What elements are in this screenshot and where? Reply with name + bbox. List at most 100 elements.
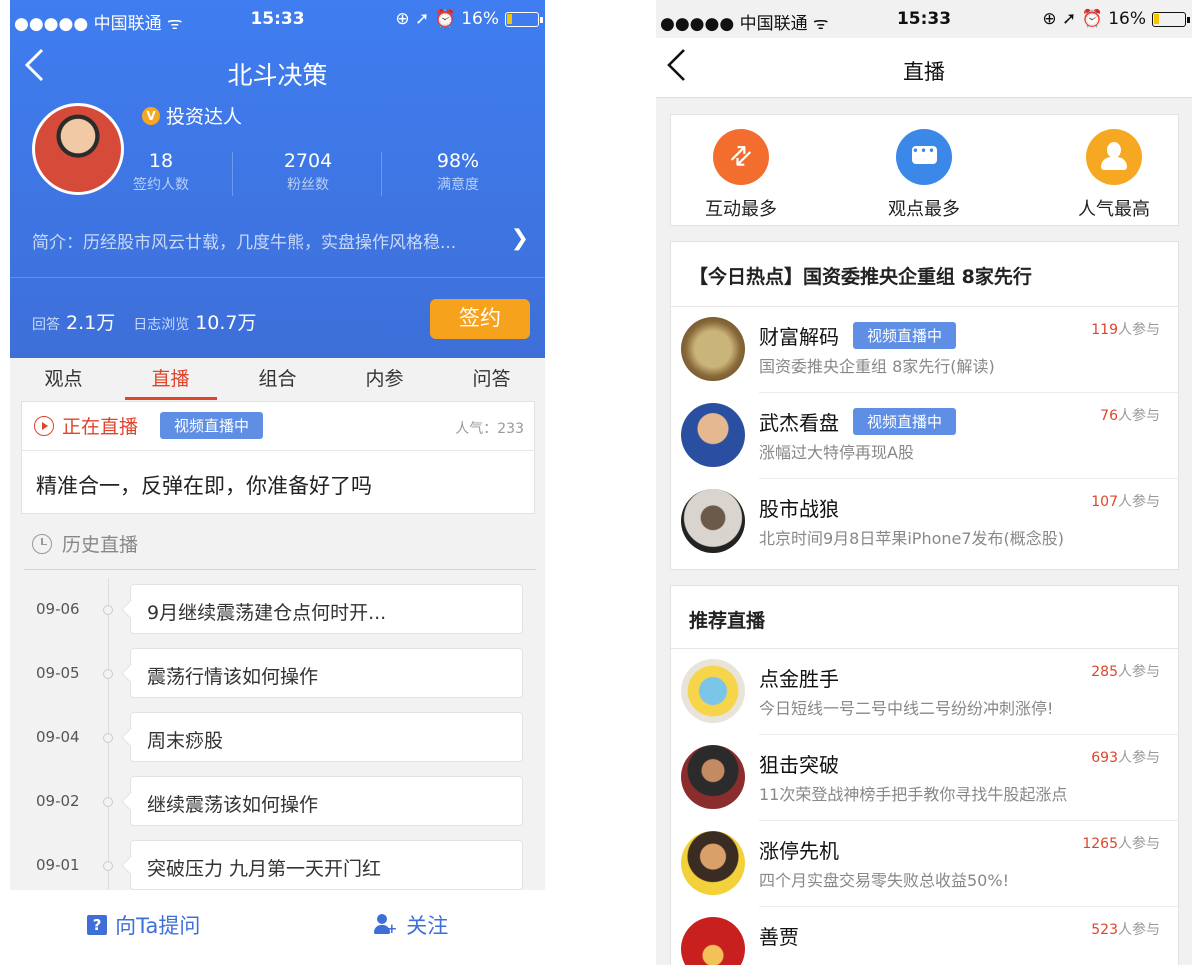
item-description: 11次荣登战神榜手把手教你寻找牛股起涨点 — [759, 785, 1068, 804]
chat-bubble-icon — [896, 129, 952, 185]
status-bar: ●●●●● 中国联通 ᯤ 15:33 ⊕ ➚ ⏰ 16% — [10, 0, 545, 38]
category-most-viewpoints[interactable]: 观点最多 — [869, 129, 979, 221]
clock-icon — [32, 533, 52, 554]
hot-topic-title[interactable]: 【今日热点】国资委推央企重组 8家先行 — [689, 262, 1032, 289]
item-name-row: 狙击突破 — [759, 749, 839, 778]
history-label: 历史直播 — [62, 534, 139, 556]
timeline-dot — [103, 669, 113, 679]
tab-live[interactable]: 直播 — [117, 358, 224, 400]
item-description: 四个月实盘交易零失败总收益50%! — [759, 871, 1009, 890]
list-item[interactable]: 武杰看盘 视频直播中 涨幅过大特停再现A股 76人参与 — [671, 393, 1178, 479]
live-list-screen: ●●●●● 中国联通 ᯤ 15:33 ⊕ ➚ ⏰ 16% 直播 互动最多 观点最… — [656, 0, 1192, 965]
timeline-dot — [103, 861, 113, 871]
history-item[interactable]: 09-05 震荡行情该如何操作 — [10, 648, 545, 700]
history-date: 09-05 — [36, 664, 80, 682]
stat-signed: 18 签约人数 — [106, 150, 216, 194]
count-number: 285 — [1091, 664, 1118, 680]
history-card[interactable]: 震荡行情该如何操作 — [130, 648, 523, 698]
video-live-badge: 视频直播中 — [160, 412, 264, 439]
history-card[interactable]: 9月继续震荡建仓点何时开... — [130, 584, 523, 634]
tab-portfolio[interactable]: 组合 — [224, 358, 331, 400]
live-label: 正在直播 — [62, 416, 139, 438]
follow-button[interactable]: + 关注 — [278, 890, 546, 960]
page-title: 北斗决策 — [227, 61, 328, 90]
count-suffix: 人参与 — [1118, 836, 1160, 852]
history-item[interactable]: 09-04 周末痧股 — [10, 712, 545, 764]
category-most-interactive[interactable]: 互动最多 — [686, 129, 796, 221]
status-icons: ⊕ ➚ ⏰ 16% — [395, 9, 499, 29]
participant-count: 76人参与 — [1100, 405, 1160, 425]
live-now-card[interactable]: 正在直播 视频直播中 人气：233 精准合一，反弹在即，你准备好了吗 — [21, 401, 535, 514]
status-time: 15:33 — [250, 9, 305, 29]
profile-header: ●●●●● 中国联通 ᯤ 15:33 ⊕ ➚ ⏰ 16% 北斗决策 V 投资达人… — [10, 0, 545, 358]
history-date: 09-04 — [36, 728, 80, 746]
status-indicators: ⊕ ➚ ⏰ 16% — [1042, 9, 1190, 29]
page-title: 直播 — [903, 60, 945, 84]
avatar — [681, 403, 745, 467]
participant-count: 693人参与 — [1091, 747, 1160, 767]
avatar — [681, 917, 745, 965]
history-item[interactable]: 09-02 继续震荡该如何操作 — [10, 776, 545, 828]
history-item[interactable]: 09-01 突破压力 九月第一天开门红 — [10, 840, 545, 892]
history-title: 突破压力 九月第一天开门红 — [147, 858, 382, 880]
history-card[interactable]: 周末痧股 — [130, 712, 523, 762]
history-card[interactable]: 继续震荡该如何操作 — [130, 776, 523, 826]
count-number: 119 — [1091, 322, 1118, 338]
participant-count: 523人参与 — [1091, 919, 1160, 939]
carrier-signal: ●●●●● 中国联通 ᯤ — [660, 14, 829, 34]
list-item[interactable]: 股市战狼 北京时间9月8日苹果iPhone7发布(概念股) 107人参与 — [671, 479, 1178, 565]
chevron-right-icon[interactable]: ❯ — [511, 226, 529, 251]
list-item[interactable]: 财富解码 视频直播中 国资委推央企重组 8家先行(解读) 119人参与 — [671, 307, 1178, 393]
category-most-popular[interactable]: 人气最高 — [1059, 129, 1169, 221]
list-item[interactable]: 点金胜手 今日短线一号二号中线二号纷纷冲刺涨停! 285人参与 — [671, 649, 1178, 735]
hot-topic-section: 【今日热点】国资委推央企重组 8家先行 财富解码 视频直播中 国资委推央企重组 … — [670, 241, 1179, 570]
recommended-section: 推荐直播 点金胜手 今日短线一号二号中线二号纷纷冲刺涨停! 285人参与 狙击突… — [670, 585, 1179, 965]
count-suffix: 人参与 — [1118, 322, 1160, 338]
category-shortcuts: 互动最多 观点最多 人气最高 — [670, 114, 1179, 226]
list-item[interactable]: 狙击突破 11次荣登战神榜手把手教你寻找牛股起涨点 693人参与 — [671, 735, 1178, 821]
host-name: 武杰看盘 — [759, 411, 839, 435]
video-live-badge: 视频直播中 — [853, 408, 957, 435]
item-name-row: 股市战狼 — [759, 493, 839, 522]
battery-icon — [505, 11, 543, 27]
list-item[interactable]: 涨停先机 四个月实盘交易零失败总收益50%! 1265人参与 — [671, 821, 1178, 907]
avatar — [681, 831, 745, 895]
count-suffix: 人参与 — [1118, 922, 1160, 938]
host-name: 涨停先机 — [759, 839, 839, 863]
sign-button[interactable]: 签约 — [430, 299, 530, 339]
nav-bar: 直播 — [656, 38, 1192, 98]
count-suffix: 人参与 — [1118, 750, 1160, 766]
tab-qa[interactable]: 问答 — [438, 358, 545, 400]
views-label: 日志浏览 — [133, 317, 190, 333]
history-header: 历史直播 — [32, 530, 138, 557]
count-number: 693 — [1091, 750, 1118, 766]
divider — [22, 450, 534, 451]
popularity-count: 人气：233 — [455, 421, 524, 437]
item-name-row: 点金胜手 — [759, 663, 839, 692]
avatar — [681, 745, 745, 809]
follow-label: 关注 — [406, 914, 449, 938]
history-date: 09-02 — [36, 792, 80, 810]
list-item[interactable]: 善贾 523人参与 — [671, 907, 1178, 965]
item-name-row: 涨停先机 — [759, 835, 839, 864]
count-number: 1265 — [1082, 836, 1118, 852]
carrier-signal: ●●●●● 中国联通 ᯤ — [14, 14, 183, 34]
history-item[interactable]: 09-06 9月继续震荡建仓点何时开... — [10, 584, 545, 636]
item-description: 国资委推央企重组 8家先行(解读) — [759, 357, 995, 376]
avatar — [681, 489, 745, 553]
participant-count: 285人参与 — [1091, 661, 1160, 681]
stat-label: 粉丝数 — [287, 177, 329, 193]
stat-divider — [381, 152, 382, 196]
item-description: 今日短线一号二号中线二号纷纷冲刺涨停! — [759, 699, 1054, 718]
video-live-badge: 视频直播中 — [853, 322, 957, 349]
tab-insider[interactable]: 内参 — [331, 358, 438, 400]
history-card[interactable]: 突破压力 九月第一天开门红 — [130, 840, 523, 890]
ask-question-button[interactable]: ? 向Ta提问 — [10, 890, 278, 960]
timeline-dot — [103, 605, 113, 615]
divider — [24, 569, 536, 570]
profile-intro[interactable]: 简介：历经股市风云廿载，几度牛熊，实盘操作风格稳... — [32, 228, 502, 253]
item-name-row: 武杰看盘 视频直播中 — [759, 407, 957, 436]
tab-viewpoints[interactable]: 观点 — [10, 358, 117, 400]
question-icon: ? — [87, 915, 108, 935]
participant-count: 119人参与 — [1091, 319, 1160, 339]
